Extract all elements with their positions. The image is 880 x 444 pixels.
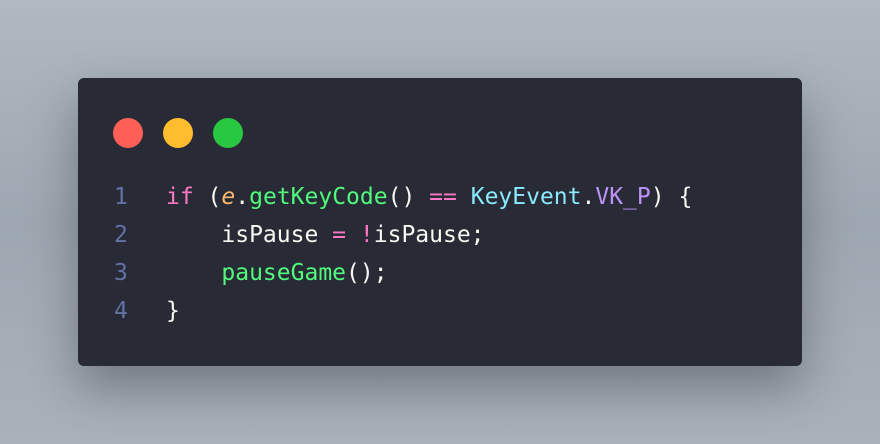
code-line: 1 if (e.getKeyCode() == KeyEvent.VK_P) {	[114, 178, 782, 216]
code-line: 2 isPause = !isPause;	[114, 216, 782, 254]
code-token: VK_P	[595, 184, 651, 210]
code-token: .	[581, 184, 596, 210]
code-token: pauseGame	[221, 260, 347, 286]
code-token: e	[221, 184, 236, 210]
line-content: if (e.getKeyCode() == KeyEvent.VK_P) {	[166, 178, 692, 216]
code-token: (	[193, 184, 222, 210]
line-content: pauseGame();	[166, 254, 388, 292]
line-number: 2	[114, 222, 128, 248]
code-token: !	[359, 222, 374, 248]
code-block: 1 if (e.getKeyCode() == KeyEvent.VK_P) {2…	[114, 178, 782, 330]
minimize-dot-icon[interactable]	[163, 118, 193, 148]
code-token: }	[166, 298, 180, 324]
window-controls	[113, 118, 243, 148]
code-token: if	[166, 184, 194, 210]
code-token: ();	[346, 260, 388, 286]
code-line: 3 pauseGame();	[114, 254, 782, 292]
code-token: ) {	[650, 184, 693, 210]
code-token: KeyEvent	[470, 184, 582, 210]
line-number: 1	[114, 184, 128, 210]
code-token: isPause;	[373, 222, 485, 248]
close-dot-icon[interactable]	[113, 118, 143, 148]
code-window: 1 if (e.getKeyCode() == KeyEvent.VK_P) {2…	[78, 78, 802, 366]
line-content: isPause = !isPause;	[166, 216, 485, 254]
code-line: 4}	[114, 292, 782, 330]
line-number: 3	[114, 260, 128, 286]
code-token: getKeyCode	[249, 184, 388, 210]
code-token: .	[235, 184, 250, 210]
code-token: =	[332, 222, 347, 248]
maximize-dot-icon[interactable]	[213, 118, 243, 148]
line-number: 4	[114, 298, 128, 324]
code-token: ()	[387, 184, 430, 210]
code-token: isPause	[166, 222, 333, 248]
line-content: }	[166, 292, 180, 330]
code-token: ==	[429, 184, 457, 210]
